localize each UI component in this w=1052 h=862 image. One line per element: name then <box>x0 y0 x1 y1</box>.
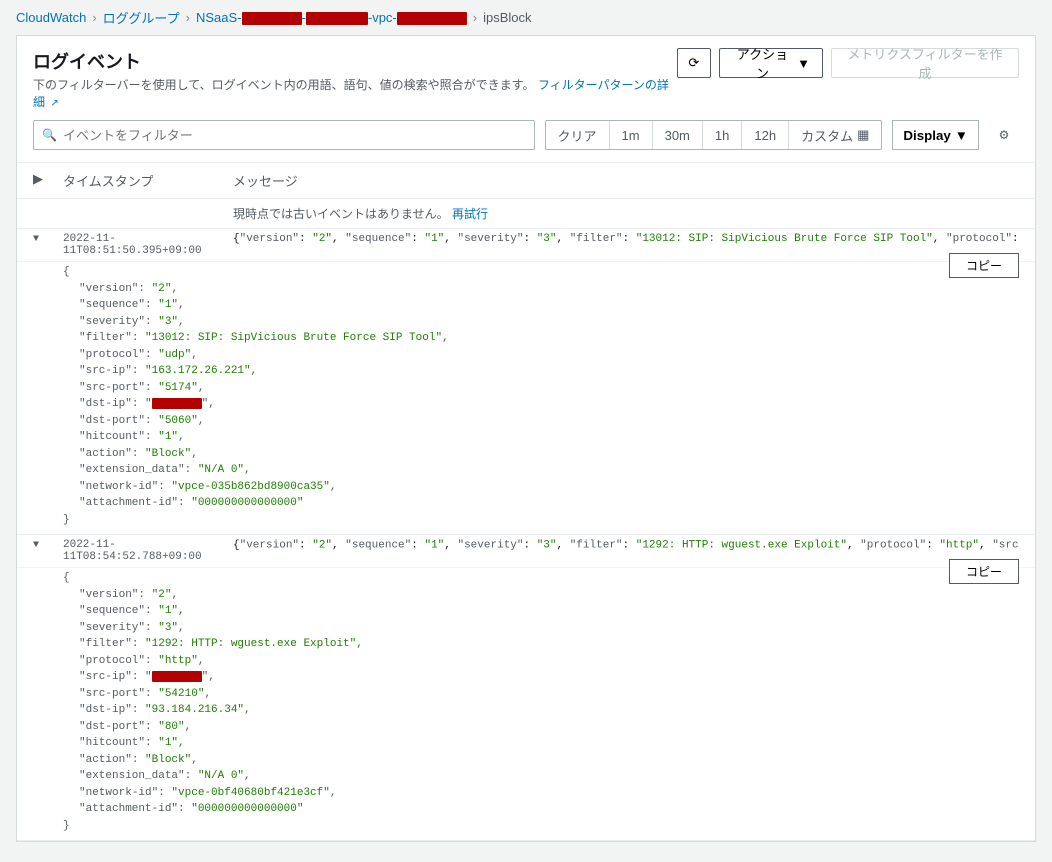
chevron-right-icon: › <box>473 10 477 25</box>
breadcrumb-log-groups[interactable]: ロググループ <box>103 8 180 27</box>
filter-events-input[interactable] <box>63 128 526 143</box>
redacted-text <box>152 671 202 682</box>
clear-range-button[interactable]: クリア <box>546 121 610 149</box>
expand-toggle[interactable]: ▼ <box>33 233 63 245</box>
chevron-right-icon: › <box>92 10 96 25</box>
chevron-right-icon: › <box>186 10 190 25</box>
redacted-text <box>306 12 368 25</box>
range-custom-button[interactable]: カスタム ▦ <box>789 121 881 149</box>
gear-icon: ⚙ <box>999 128 1010 142</box>
breadcrumb-root[interactable]: CloudWatch <box>16 10 86 25</box>
calendar-icon: ▦ <box>857 127 869 143</box>
no-older-events-row: 現時点では古いイベントはありません。 再試行 <box>17 199 1035 229</box>
expand-toggle[interactable]: ▼ <box>33 539 63 551</box>
event-row: ▼2022-11-11T08:51:50.395+09:00{"version"… <box>17 229 1035 262</box>
event-row: ▼2022-11-11T08:54:52.788+09:00{"version"… <box>17 535 1035 568</box>
external-link-icon <box>48 95 58 109</box>
event-timestamp: 2022-11-11T08:51:50.395+09:00 <box>63 233 233 257</box>
settings-button[interactable]: ⚙ <box>989 120 1019 150</box>
log-events-panel: ログイベント 下のフィルターバーを使用して、ログイベント内の用語、語句、値の検索… <box>16 35 1036 842</box>
column-header-message: メッセージ <box>233 171 1019 190</box>
search-input-wrapper[interactable]: 🔍 <box>33 120 535 150</box>
event-json-expanded: {"version": "2","sequence": "1","severit… <box>17 568 1035 841</box>
copy-button[interactable]: コピー <box>949 559 1019 584</box>
event-json-expanded: {"version": "2","sequence": "1","severit… <box>17 262 1035 535</box>
breadcrumb: CloudWatch › ロググループ › NSaaS---vpc- › ips… <box>0 0 1052 35</box>
refresh-icon: ⟳ <box>688 55 699 71</box>
range-30m-button[interactable]: 30m <box>653 121 703 149</box>
range-12h-button[interactable]: 12h <box>742 121 789 149</box>
event-timestamp: 2022-11-11T08:54:52.788+09:00 <box>63 539 233 563</box>
expand-all-toggle[interactable]: ▶ <box>33 171 63 190</box>
retry-link[interactable]: 再試行 <box>452 207 488 221</box>
range-1m-button[interactable]: 1m <box>610 121 653 149</box>
breadcrumb-stream[interactable]: NSaaS---vpc- <box>196 10 467 25</box>
page-title: ログイベント <box>33 48 677 74</box>
actions-button[interactable]: アクション ▼ <box>719 48 823 78</box>
page-subtitle: 下のフィルターバーを使用して、ログイベント内の用語、語句、値の検索や照合ができま… <box>33 76 677 110</box>
redacted-text <box>152 398 202 409</box>
copy-button[interactable]: コピー <box>949 253 1019 278</box>
display-button[interactable]: Display ▼ <box>892 120 979 150</box>
caret-down-icon: ▼ <box>955 128 968 143</box>
redacted-text <box>242 12 302 25</box>
column-header-timestamp: タイムスタンプ <box>63 171 233 190</box>
redacted-text <box>397 12 467 25</box>
time-range-group: クリア 1m 30m 1h 12h カスタム ▦ <box>545 120 883 150</box>
create-metric-filter-button: メトリクスフィルターを作成 <box>831 48 1019 78</box>
event-message-summary: {"version": "2", "sequence": "1", "sever… <box>233 539 1019 551</box>
caret-down-icon: ▼ <box>797 56 810 71</box>
search-icon: 🔍 <box>42 128 57 142</box>
refresh-button[interactable]: ⟳ <box>677 48 711 78</box>
range-1h-button[interactable]: 1h <box>703 121 742 149</box>
event-message-summary: {"version": "2", "sequence": "1", "sever… <box>233 233 1019 245</box>
breadcrumb-current: ipsBlock <box>483 10 531 25</box>
